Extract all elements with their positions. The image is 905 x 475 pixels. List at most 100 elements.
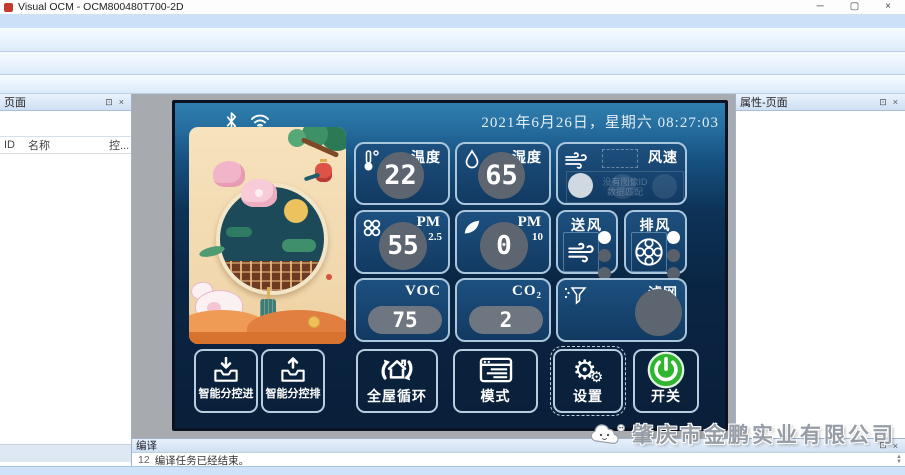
festival-illustration — [189, 127, 346, 344]
pin-icon[interactable]: ⊡ — [876, 440, 890, 451]
value-pill: 2 — [469, 306, 543, 334]
toolbar-widgets — [0, 52, 905, 75]
button-label: 智能分控进 — [196, 389, 256, 400]
mode-button[interactable]: 模式 — [453, 349, 538, 413]
properties-panel-title: 属性-页面 — [740, 94, 788, 110]
level-dot-on — [667, 231, 680, 244]
value-circle: 65 — [478, 152, 525, 199]
clover-icon — [361, 217, 383, 239]
column-name: 名称 — [24, 137, 105, 153]
tile-label: CO₂ — [512, 283, 542, 300]
compile-message-row[interactable]: 12 编译任务已经结束。 ▲ ▼ — [132, 453, 905, 467]
humidity-value: 65 — [485, 160, 518, 191]
panel-tabs — [0, 444, 131, 462]
properties-panel: 属性-页面 ⊡ × — [735, 94, 905, 438]
value-circle: 55 — [379, 222, 427, 270]
design-canvas[interactable]: 2021年6月26日，星期六 08:27:03 — [132, 94, 735, 438]
titlebar: Visual OCM - OCM800480T700-2D ─ ▢ × — [0, 0, 905, 15]
scrollbar[interactable]: ▲ ▼ — [896, 455, 905, 465]
level-dot-off — [598, 249, 611, 262]
button-label: 模式 — [455, 389, 536, 403]
co2-value: 2 — [500, 308, 513, 332]
value-circle: 22 — [377, 152, 424, 199]
close-button[interactable]: × — [885, 0, 891, 14]
level-dot-on — [598, 231, 611, 244]
power-button[interactable]: 开关 — [633, 349, 699, 413]
statusbar — [0, 466, 905, 475]
filter-icon — [563, 285, 587, 305]
whole-house-cycle-button[interactable]: 全屋循环 — [356, 349, 438, 413]
tile-pm25[interactable]: PM 2.5 55 — [354, 210, 450, 274]
tile-exhaust-air[interactable]: 排风 — [624, 210, 687, 274]
pm-sublabel: 2.5 — [428, 231, 442, 243]
wind-icon — [563, 149, 589, 171]
fan-level-ghost — [568, 173, 593, 198]
compile-panel-header: 编译 ⊡ × — [132, 439, 905, 453]
screen-datetime: 2021年6月26日，星期六 08:27:03 — [481, 111, 719, 132]
window-title: Visual OCM - OCM800480T700-2D — [18, 1, 184, 13]
compile-panel: 编译 ⊡ × 12 编译任务已经结束。 ▲ ▼ — [132, 438, 905, 466]
smart-exhaust-button[interactable]: 智能分控排 — [261, 349, 325, 413]
leaf-icon — [462, 217, 482, 237]
button-label: 开关 — [635, 389, 697, 403]
pages-panel: 页面 ⊡ × ID 名称 控... — [0, 94, 132, 466]
tile-label: 风速 — [648, 147, 678, 167]
tile-supply-air[interactable]: 送风 — [556, 210, 618, 274]
pin-icon[interactable]: ⊡ — [102, 97, 116, 108]
minimize-button[interactable]: ─ — [817, 0, 824, 14]
button-label: 智能分控排 — [263, 389, 323, 400]
tile-voc[interactable]: VOC 75 — [354, 278, 450, 342]
pages-table: ID 名称 控... — [0, 137, 131, 154]
pages-panel-title: 页面 — [4, 94, 26, 110]
toolbar-standard — [0, 28, 905, 52]
pages-toolbar — [0, 111, 131, 137]
fan-level-ghost — [610, 174, 635, 199]
supply-air-icon-box — [563, 232, 599, 272]
wind-icon — [567, 239, 595, 265]
level-dot-off — [667, 249, 680, 262]
compile-panel-title: 编译 — [136, 438, 157, 453]
exhaust-level-indicator — [667, 231, 680, 280]
close-icon[interactable]: × — [116, 97, 127, 107]
device-screen[interactable]: 2021年6月26日，星期六 08:27:03 — [172, 100, 728, 431]
settings-button[interactable]: ⚙ ⚙ 设置 — [553, 349, 623, 413]
tile-temperature[interactable]: 温度 22 — [354, 142, 450, 205]
pm-sublabel: 10 — [532, 231, 543, 243]
tile-label: VOC — [405, 283, 441, 300]
gear-small-icon: ⚙ — [590, 370, 603, 385]
tile-co2[interactable]: CO₂ 2 — [455, 278, 551, 342]
pages-panel-header: 页面 ⊡ × — [0, 94, 131, 111]
house-cycle-icon — [375, 354, 419, 386]
tile-wind-speed[interactable]: 风速 没有图像ID 数据匹配 — [556, 142, 687, 205]
tile-filter[interactable]: 滤网 — [556, 278, 687, 342]
tile-pm10[interactable]: PM 10 0 — [455, 210, 551, 274]
scroll-down-icon[interactable]: ▼ — [896, 460, 902, 465]
smart-inlet-button[interactable]: 智能分控进 — [194, 349, 258, 413]
tile-humidity[interactable]: 湿度 65 — [455, 142, 551, 205]
column-count: 控... — [105, 137, 131, 153]
filter-status-circle — [635, 289, 682, 336]
close-icon[interactable]: × — [890, 97, 901, 107]
tray-down-arrow-icon — [211, 355, 241, 385]
button-label: 设置 — [555, 389, 621, 403]
pm10-value: 0 — [496, 231, 512, 261]
temperature-value: 22 — [384, 160, 417, 191]
supply-level-indicator — [598, 231, 611, 280]
power-icon — [647, 351, 685, 389]
visual-ocm-window: Visual OCM - OCM800480T700-2D ─ ▢ × 页面 ⊡… — [0, 0, 905, 475]
app-logo-icon — [4, 3, 13, 12]
close-icon[interactable]: × — [890, 441, 901, 451]
properties-fields — [736, 111, 905, 117]
pm25-value: 55 — [387, 231, 418, 261]
menubar — [0, 14, 905, 28]
exhaust-fan-icon-box — [631, 232, 667, 272]
properties-panel-header: 属性-页面 ⊡ × — [736, 94, 905, 111]
variable-image-placeholder — [602, 149, 638, 168]
value-circle: 0 — [480, 222, 528, 270]
pin-icon[interactable]: ⊡ — [876, 97, 890, 108]
voc-value: 75 — [392, 308, 417, 332]
tray-up-arrow-icon — [278, 355, 308, 385]
fan-level-ghost — [652, 174, 677, 199]
restore-button[interactable]: ▢ — [850, 0, 859, 14]
value-pill: 75 — [368, 306, 442, 334]
